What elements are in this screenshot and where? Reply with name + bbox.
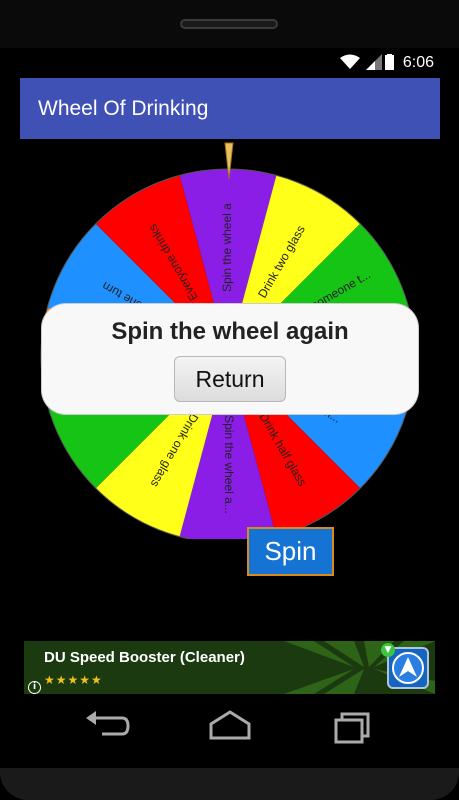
app-bar: Wheel Of Drinking xyxy=(20,78,440,139)
wifi-icon xyxy=(340,54,360,69)
main-content: Spin the wheel a Drink two glass Choose so… xyxy=(20,139,440,632)
back-icon[interactable] xyxy=(82,706,132,746)
ad-download-badge-icon: ▼ xyxy=(381,643,395,657)
dialog-message: Spin the wheel again xyxy=(111,318,349,345)
phone-bezel-bottom xyxy=(0,768,459,800)
ad-title: DU Speed Booster (Cleaner) xyxy=(44,649,245,666)
ad-info-icon[interactable]: i xyxy=(28,681,41,694)
status-bar: 6:06 xyxy=(20,48,440,78)
result-dialog: Spin the wheel again Return xyxy=(42,304,418,414)
home-icon[interactable] xyxy=(205,706,255,746)
rocket-icon xyxy=(392,652,424,684)
spin-button[interactable]: Spin xyxy=(247,527,334,576)
status-time: 6:06 xyxy=(402,54,434,71)
signal-icon xyxy=(366,54,382,70)
wheel-segment-label: Spin the wheel a... xyxy=(222,415,236,514)
phone-bezel-top xyxy=(0,0,459,48)
ad-rating-stars: ★★★★★ xyxy=(44,673,103,687)
recents-icon[interactable] xyxy=(328,706,378,746)
battery-icon xyxy=(385,54,394,70)
app-title: Wheel Of Drinking xyxy=(38,97,209,120)
nav-bar xyxy=(0,698,459,753)
speaker-grille xyxy=(180,19,278,29)
return-button[interactable]: Return xyxy=(174,356,286,402)
wheel-segment-label: Spin the wheel a xyxy=(220,203,234,292)
ad-banner[interactable]: DU Speed Booster (Cleaner) ★★★★★ i ▼ xyxy=(24,641,435,694)
